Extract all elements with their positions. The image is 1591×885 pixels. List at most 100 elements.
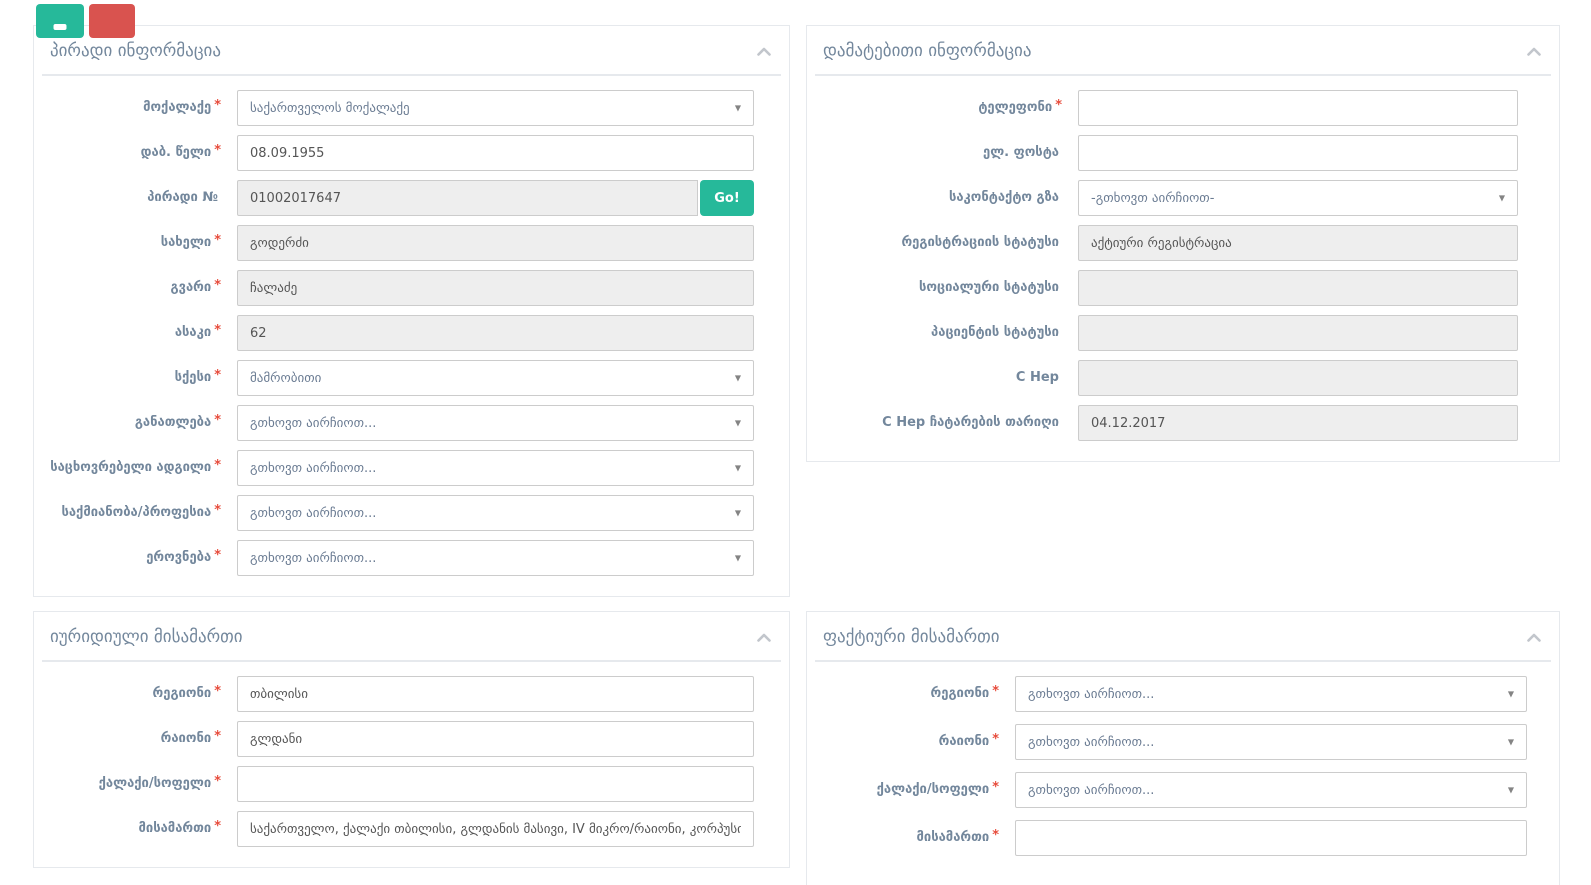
required-star: * — [214, 143, 221, 158]
panel-title: პირადი ინფორმაცია — [50, 40, 221, 62]
caret-down-icon: ▼ — [735, 419, 741, 428]
social-status-input — [1078, 270, 1518, 306]
selected-value: გთხოვთ აირჩიოთ... — [250, 506, 376, 521]
required-star: * — [992, 780, 999, 795]
birth-date-input[interactable] — [237, 135, 754, 171]
go-button[interactable]: Go! — [700, 180, 754, 216]
actual-address-label: მისამართი* — [807, 830, 1015, 846]
gender-select[interactable]: მამრობითი ▼ — [237, 360, 754, 396]
label-text: C Hep ჩატარების თარიღი — [882, 415, 1059, 430]
delete-button[interactable] — [89, 4, 135, 38]
panel-legal-address: იურიდიული მისამართი რეგიონი* რაიონი * — [33, 611, 790, 868]
panel-title: დამატებითი ინფორმაცია — [823, 40, 1031, 62]
chevron-up-icon — [1527, 47, 1541, 56]
label-text: ელ. ფოსტა — [983, 145, 1059, 160]
actual-city-select[interactable]: გთხოვთ აირჩიოთ... ▼ — [1015, 772, 1527, 808]
legal-region-input[interactable] — [237, 676, 754, 712]
label-text: გვარი — [171, 280, 212, 295]
field-row: რეგისტრაციის სტატუსი — [807, 225, 1559, 261]
field-row: საცხოვრებელი ადგილი* გთხოვთ აირჩიოთ... ▼ — [34, 450, 789, 486]
label-text: მისამართი — [917, 830, 990, 845]
actual-city-label: ქალაქი/სოფელი* — [807, 782, 1015, 798]
field-row: დაბ. წელი* — [34, 135, 789, 171]
label-text: ეროვნება — [146, 550, 211, 565]
actual-district-select[interactable]: გთხოვთ აირჩიოთ... ▼ — [1015, 724, 1527, 760]
nationality-label: ეროვნება* — [34, 550, 237, 566]
field-row: C Hep — [807, 360, 1559, 396]
label-text: დაბ. წელი — [141, 145, 212, 160]
label-text: სქესი — [175, 370, 212, 385]
label-text: საცხოვრებელი ადგილი — [50, 460, 211, 475]
actual-address-input[interactable] — [1015, 820, 1527, 856]
field-row: ასაკი* — [34, 315, 789, 351]
field-row: ელ. ფოსტა — [807, 135, 1559, 171]
nationality-select[interactable]: გთხოვთ აირჩიოთ... ▼ — [237, 540, 754, 576]
label-text: პაციენტის სტატუსი — [931, 325, 1059, 340]
label-text: C Hep — [1016, 370, 1059, 385]
caret-down-icon: ▼ — [1508, 738, 1514, 747]
required-star: * — [214, 323, 221, 338]
last-name-label: გვარი* — [34, 280, 237, 296]
save-icon — [54, 24, 67, 30]
citizenship-label: მოქალაქე* — [34, 100, 237, 116]
required-star: * — [992, 828, 999, 843]
required-star: * — [214, 774, 221, 789]
field-row: გვარი* — [34, 270, 789, 306]
panel-legal-header: იურიდიული მისამართი — [42, 612, 781, 662]
field-row: C Hep ჩატარების თარიღი — [807, 405, 1559, 441]
selected-value: საქართველოს მოქალაქე — [250, 101, 410, 116]
age-label: ასაკი* — [34, 325, 237, 341]
caret-down-icon: ▼ — [735, 104, 741, 113]
field-row: ქალაქი/სოფელი* — [34, 766, 789, 802]
label-text: პირადი № — [147, 190, 218, 205]
collapse-toggle[interactable] — [755, 631, 773, 644]
field-row: საკონტაქტო გზა -გთხოვთ აირჩიოთ- ▼ — [807, 180, 1559, 216]
caret-down-icon: ▼ — [1508, 786, 1514, 795]
required-star: * — [992, 684, 999, 699]
selected-value: მამრობითი — [250, 371, 321, 386]
c-hep-label: C Hep — [807, 370, 1078, 386]
required-star: * — [214, 819, 221, 834]
panel-additional-header: დამატებითი ინფორმაცია — [815, 26, 1551, 76]
field-row: მისამართი* — [807, 820, 1559, 856]
label-text: სოციალური სტატუსი — [919, 280, 1059, 295]
contact-method-select[interactable]: -გთხოვთ აირჩიოთ- ▼ — [1078, 180, 1518, 216]
label-text: ტელეფონი — [978, 100, 1052, 115]
email-label: ელ. ფოსტა — [807, 145, 1078, 161]
selected-value: -გთხოვთ აირჩიოთ- — [1091, 191, 1214, 206]
label-text: რაიონი — [939, 734, 990, 749]
required-star: * — [992, 732, 999, 747]
label-text: საქმიანობა/პროფესია — [61, 505, 211, 520]
legal-address-input[interactable] — [237, 811, 754, 847]
education-select[interactable]: გთხოვთ აირჩიოთ... ▼ — [237, 405, 754, 441]
occupation-select[interactable]: გთხოვთ აირჩიოთ... ▼ — [237, 495, 754, 531]
field-row: რეგიონი* — [34, 676, 789, 712]
field-row: ეროვნება* გთხოვთ აირჩიოთ... ▼ — [34, 540, 789, 576]
legal-city-input[interactable] — [237, 766, 754, 802]
legal-district-input[interactable] — [237, 721, 754, 757]
label-text: სახელი — [161, 235, 211, 250]
field-row: საქმიანობა/პროფესია* გთხოვთ აირჩიოთ... ▼ — [34, 495, 789, 531]
phone-input[interactable] — [1078, 90, 1518, 126]
label-text: განათლება — [135, 415, 211, 430]
residence-select[interactable]: გთხოვთ აირჩიოთ... ▼ — [237, 450, 754, 486]
chevron-up-icon — [757, 633, 771, 642]
chevron-up-icon — [757, 47, 771, 56]
collapse-toggle[interactable] — [755, 45, 773, 58]
field-row: განათლება* გთხოვთ აირჩიოთ... ▼ — [34, 405, 789, 441]
required-star: * — [214, 684, 221, 699]
c-hep-date-label: C Hep ჩატარების თარიღი — [807, 415, 1078, 431]
citizenship-select[interactable]: საქართველოს მოქალაქე ▼ — [237, 90, 754, 126]
actual-region-label: რეგიონი* — [807, 686, 1015, 702]
patient-status-label: პაციენტის სტატუსი — [807, 325, 1078, 341]
collapse-toggle[interactable] — [1525, 45, 1543, 58]
actual-region-select[interactable]: გთხოვთ აირჩიოთ... ▼ — [1015, 676, 1527, 712]
label-text: რეგისტრაციის სტატუსი — [901, 235, 1059, 250]
first-name-input — [237, 225, 754, 261]
caret-down-icon: ▼ — [735, 374, 741, 383]
save-button[interactable] — [36, 4, 84, 38]
email-input[interactable] — [1078, 135, 1518, 171]
label-text: რაიონი — [161, 731, 212, 746]
field-row: სოციალური სტატუსი — [807, 270, 1559, 306]
collapse-toggle[interactable] — [1525, 631, 1543, 644]
